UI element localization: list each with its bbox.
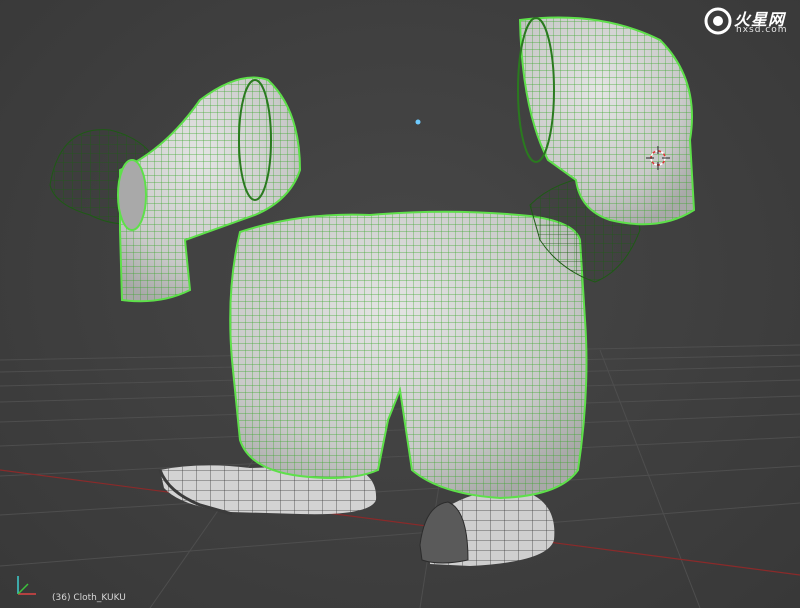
- right-shoe: [419, 489, 555, 566]
- axis-gizmo-icon[interactable]: [12, 570, 42, 600]
- viewport-scene[interactable]: [0, 0, 800, 608]
- watermark-logo: 火星网 hxsd.com: [704, 4, 790, 38]
- x-axis-line: [0, 469, 800, 576]
- right-sleeve: [517, 16, 696, 283]
- watermark-url: hxsd.com: [736, 25, 788, 35]
- pants-body: [229, 210, 588, 500]
- 3d-viewport[interactable]: 火星网 hxsd.com (36) Cloth_KUKU: [0, 0, 800, 608]
- light-point-icon: [415, 119, 421, 125]
- object-info-label: (36) Cloth_KUKU: [52, 593, 126, 603]
- watermark-emblem-icon: [704, 7, 732, 35]
